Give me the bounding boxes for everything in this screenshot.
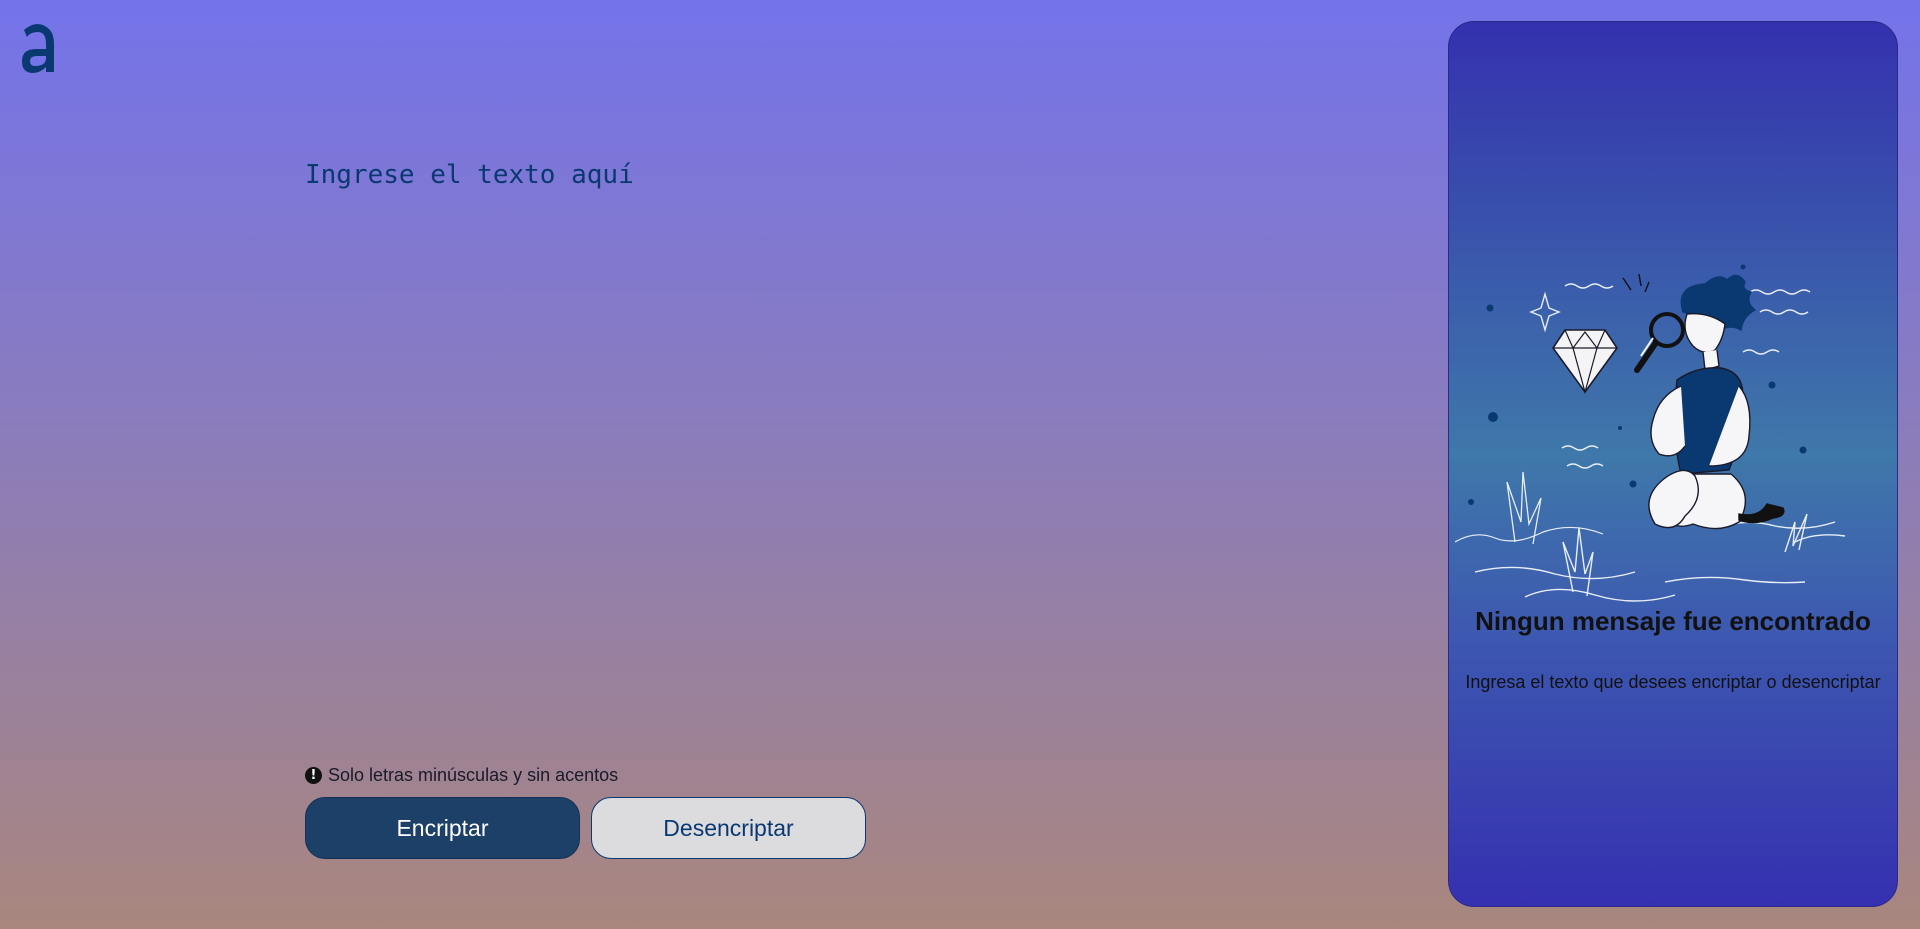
- decrypt-button[interactable]: Desencriptar: [591, 797, 866, 859]
- hint-text: Solo letras minúsculas y sin acentos: [328, 765, 619, 785]
- encrypt-button[interactable]: Encriptar: [305, 797, 580, 859]
- text-input[interactable]: [305, 160, 1365, 730]
- panel-title: Ningun mensaje fue encontrado: [1475, 606, 1871, 636]
- hint-message: ! Solo letras minúsculas y sin acentos: [305, 765, 618, 786]
- exclamation-icon: !: [305, 767, 322, 784]
- alura-logo-icon: [22, 24, 54, 73]
- output-panel: Ningun mensaje fue encontrado Ingresa el…: [1448, 21, 1898, 907]
- panel-subtitle: Ingresa el texto que desees encriptar o …: [1465, 672, 1881, 692]
- no-message-illustration: [1455, 264, 1846, 602]
